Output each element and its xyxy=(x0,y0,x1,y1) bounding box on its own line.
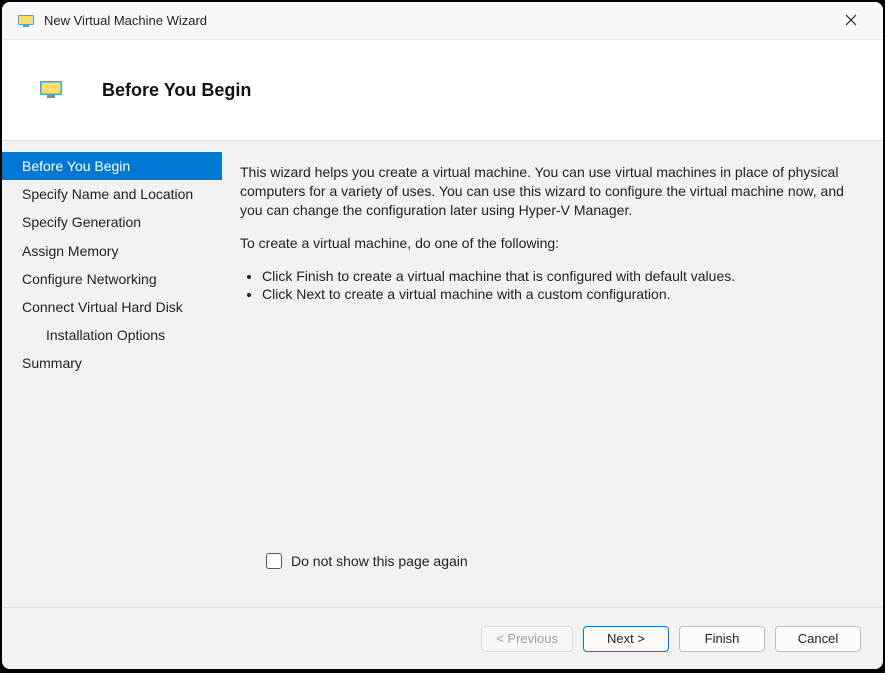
instruction-list: Click Finish to create a virtual machine… xyxy=(258,267,853,305)
wizard-steps-sidebar: Before You BeginSpecify Name and Locatio… xyxy=(2,141,222,607)
sidebar-item-step-6[interactable]: Installation Options xyxy=(2,321,222,349)
wizard-window: New Virtual Machine Wizard Before You Be… xyxy=(2,2,883,669)
sidebar-item-step-1[interactable]: Specify Name and Location xyxy=(2,180,222,208)
dont-show-again-label: Do not show this page again xyxy=(291,553,468,569)
sidebar-item-step-0[interactable]: Before You Begin xyxy=(2,152,222,180)
bullet-finish: Click Finish to create a virtual machine… xyxy=(262,267,853,286)
titlebar: New Virtual Machine Wizard xyxy=(2,2,883,40)
dont-show-again-checkbox[interactable] xyxy=(266,553,282,569)
app-icon xyxy=(18,13,34,29)
sidebar-item-step-7[interactable]: Summary xyxy=(2,349,222,377)
page-title: Before You Begin xyxy=(102,80,251,101)
intro-paragraph: This wizard helps you create a virtual m… xyxy=(240,163,853,220)
dont-show-again-row[interactable]: Do not show this page again xyxy=(266,553,853,569)
sidebar-item-step-4[interactable]: Configure Networking xyxy=(2,265,222,293)
sidebar-item-step-5[interactable]: Connect Virtual Hard Disk xyxy=(2,293,222,321)
window-title: New Virtual Machine Wizard xyxy=(44,13,829,28)
content-area: Before You BeginSpecify Name and Locatio… xyxy=(2,140,883,607)
previous-button: < Previous xyxy=(481,626,573,652)
wizard-main-panel: This wizard helps you create a virtual m… xyxy=(222,141,883,607)
wizard-header: Before You Begin xyxy=(2,40,883,140)
sidebar-item-step-3[interactable]: Assign Memory xyxy=(2,237,222,265)
finish-button[interactable]: Finish xyxy=(679,626,765,652)
sidebar-item-step-2[interactable]: Specify Generation xyxy=(2,208,222,236)
bullet-next: Click Next to create a virtual machine w… xyxy=(262,285,853,304)
close-icon xyxy=(845,13,857,29)
wizard-button-bar: < Previous Next > Finish Cancel xyxy=(2,607,883,669)
instruction-paragraph: To create a virtual machine, do one of t… xyxy=(240,234,853,253)
next-button[interactable]: Next > xyxy=(583,626,669,652)
cancel-button[interactable]: Cancel xyxy=(775,626,861,652)
close-button[interactable] xyxy=(829,6,873,36)
wizard-header-icon xyxy=(40,81,62,99)
